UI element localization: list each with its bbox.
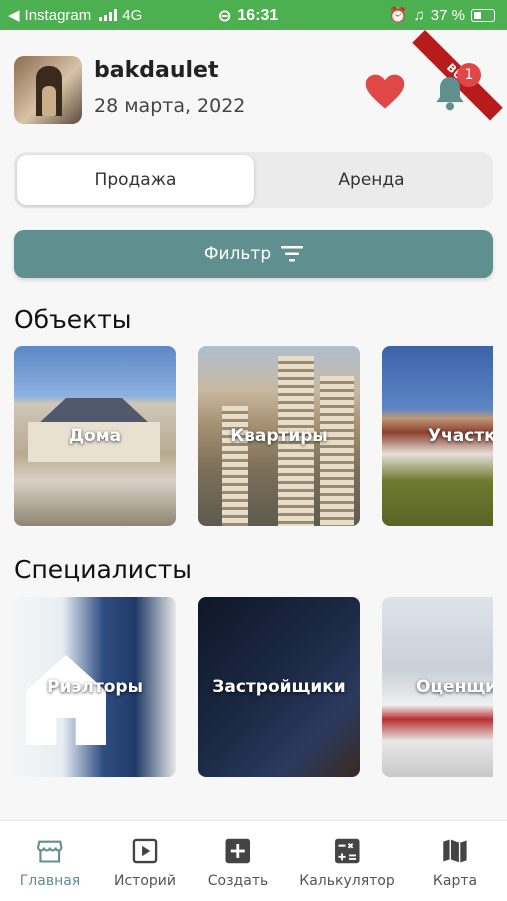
headphones-icon: ♫: [413, 6, 425, 24]
segment-rent[interactable]: Аренда: [253, 155, 490, 205]
notification-badge: 1: [457, 63, 481, 87]
username: bakdaulet: [94, 58, 219, 83]
segment-sale[interactable]: Продажа: [17, 155, 254, 205]
store-icon: [37, 840, 63, 863]
filter-button[interactable]: Фильтр: [14, 230, 493, 278]
object-card-houses[interactable]: Дома: [14, 346, 176, 526]
specialist-card-developers[interactable]: Застройщики: [198, 597, 360, 777]
tab-label: Калькулятор: [299, 873, 395, 889]
filter-icon: [281, 246, 304, 262]
tab-calculator[interactable]: Калькулятор: [299, 837, 395, 889]
profile-header: bakdaulet 28 марта, 2022: [14, 56, 245, 124]
profile-date: 28 марта, 2022: [94, 95, 246, 117]
network-label: 4G: [122, 6, 143, 24]
specialist-card-label: Оценщики: [416, 677, 493, 697]
calculator-icon: [334, 838, 360, 864]
play-icon: [132, 838, 158, 864]
specialist-card-label: Застройщики: [212, 677, 346, 697]
deal-type-segmented-control: Продажа Аренда: [14, 152, 493, 208]
objects-section-title: Объекты: [14, 305, 132, 334]
favorites-heart-icon[interactable]: [363, 70, 407, 114]
map-icon: [443, 839, 467, 863]
object-card-plots[interactable]: Участки: [382, 346, 493, 526]
tab-label: Главная: [19, 873, 81, 889]
signal-icon: [99, 9, 118, 21]
specialist-card-realtors[interactable]: Риэлторы: [14, 597, 176, 777]
tab-stories[interactable]: Историй: [114, 837, 176, 889]
plus-icon: [225, 838, 251, 864]
tab-label: Создать: [207, 873, 269, 889]
object-card-apartments[interactable]: Квартиры: [198, 346, 360, 526]
specialist-card-appraisers[interactable]: Оценщики: [382, 597, 493, 777]
object-card-label: Участки: [428, 426, 493, 446]
objects-carousel: Дома Квартиры Участки: [14, 346, 493, 528]
object-card-label: Дома: [68, 426, 122, 446]
clock: 16:31: [237, 7, 279, 24]
tab-home[interactable]: Главная: [20, 837, 80, 889]
battery-percent: 37 %: [430, 6, 465, 24]
specialists-section-title: Специалисты: [14, 555, 193, 584]
filter-label: Фильтр: [203, 244, 272, 264]
link-icon: ⊝: [218, 8, 232, 25]
object-card-label: Квартиры: [230, 426, 328, 446]
status-bar: ◀ Instagram 4G ⊝ 16:31 ⏰ ♫ 37 %: [0, 0, 507, 30]
battery-icon: [471, 8, 495, 22]
alarm-icon: ⏰: [388, 7, 408, 24]
tab-map[interactable]: Карта: [433, 837, 477, 889]
tab-label: Историй: [114, 873, 176, 889]
back-arrow-icon[interactable]: ◀: [8, 6, 20, 24]
tab-create[interactable]: Создать: [208, 837, 268, 889]
avatar[interactable]: [14, 56, 82, 124]
carrier-label: Instagram: [24, 6, 92, 24]
tab-label: Карта: [432, 873, 478, 889]
bottom-tab-bar: Главная Историй Создать Калькулятор Карт…: [0, 820, 507, 901]
specialists-carousel: Риэлторы Застройщики Оценщики: [14, 597, 493, 779]
specialist-card-label: Риэлторы: [47, 677, 143, 697]
